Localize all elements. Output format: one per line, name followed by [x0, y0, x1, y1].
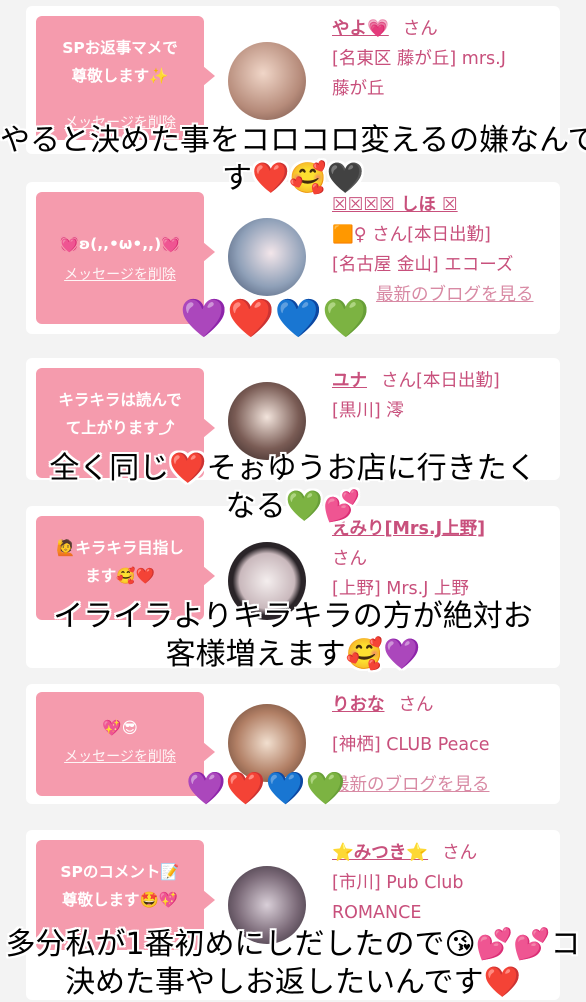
- overlay-caption: 多分私が1番初めにしだしたので😘💕💕コ 決めた事やしお返したいんです❤️: [5, 927, 581, 1000]
- profile-info: やよ💗 さん [名東区 藤が丘] mrs.J 藤が丘: [332, 19, 506, 99]
- profile-name[interactable]: ☒☒☒☒ しほ ☒: [332, 195, 458, 215]
- purple-heart-icon: 💜: [180, 296, 228, 340]
- blue-heart-icon: 💙: [265, 769, 306, 807]
- message-text: 💓ʚ(,,•ω•,,)💓: [59, 235, 181, 253]
- delete-message-link[interactable]: メッセージを削除: [36, 746, 204, 766]
- avatar[interactable]: [228, 42, 306, 120]
- message-bubble: 💓ʚ(,,•ω•,,)💓 メッセージを削除: [36, 192, 215, 324]
- profile-name[interactable]: ユナ: [332, 371, 367, 391]
- heart-row: 💜❤️💙💚: [180, 296, 369, 340]
- message-text: 💖😎: [102, 719, 138, 737]
- profile-info: えみり[Mrs.J上野] さん [上野] Mrs.J 上野: [332, 519, 486, 599]
- blue-heart-icon: 💙: [274, 296, 322, 340]
- avatar[interactable]: [228, 382, 306, 460]
- delete-message-link[interactable]: メッセージを削除: [36, 264, 204, 284]
- message-bubble: 💖😎 メッセージを削除: [36, 692, 215, 796]
- profile-name[interactable]: りおな: [332, 695, 385, 715]
- purple-heart-icon: 💜: [186, 769, 226, 807]
- red-heart-icon: ❤️: [225, 769, 266, 807]
- overlay-caption: 全く同じ❤️そぉゆうお店に行きたく なる💚💕: [49, 451, 537, 524]
- red-heart-icon: ❤️: [227, 296, 275, 340]
- overlay-caption: イライラよりキラキラの方が絶対お 客様増えます🥰💜: [53, 599, 533, 672]
- message-text: SPのコメント📝 尊敬します🤩💖: [60, 863, 180, 909]
- heart-row: 💜❤️💙💚: [186, 766, 345, 810]
- profile-name[interactable]: ⭐みつき⭐: [332, 843, 428, 863]
- profile-info: ⭐みつき⭐ さん [市川] Pub Club ROMANCE: [332, 843, 478, 923]
- overlay-caption: やると決めた事をコロコロ変えるの嫌なんで す❤️🥰🖤: [0, 123, 586, 196]
- message-text: キラキラは読んで て上がります⤴: [58, 391, 182, 437]
- message-text: SPお返事マメで 尊敬します✨: [62, 39, 178, 85]
- blog-link[interactable]: 最新のブログを見る: [376, 280, 552, 310]
- profile-name[interactable]: やよ💗: [332, 19, 389, 39]
- green-heart-icon: 💚: [321, 296, 370, 340]
- blog-link[interactable]: 最新のブログを見る: [332, 770, 552, 800]
- profile-info: ユナ さん[本日出勤] [黒川] 澪: [332, 371, 500, 421]
- green-heart-icon: 💚: [305, 769, 346, 807]
- message-text: 🙋キラキラ目指し ます🥰❤️: [56, 539, 184, 585]
- profile-info: ☒☒☒☒ しほ ☒ 🟧♀ さん[本日出勤] [名古屋 金山] エコーズ 最新のブ…: [332, 190, 552, 310]
- avatar[interactable]: [228, 218, 306, 296]
- profile-info: りおな さん [神栖] CLUB Peace 最新のブログを見る: [332, 690, 552, 800]
